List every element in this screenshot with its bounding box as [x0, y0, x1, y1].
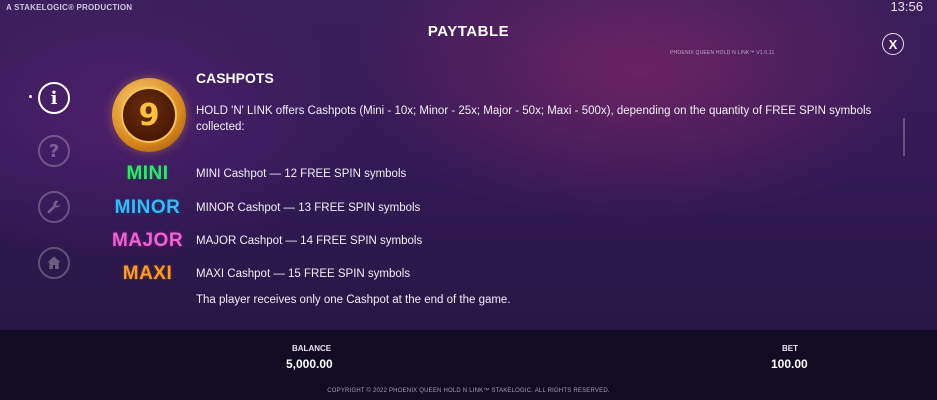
close-button[interactable]: X	[882, 33, 904, 55]
settings-button[interactable]	[38, 191, 70, 223]
cashpot-row-minor: MINOR MINOR Cashpot — 13 FREE SPIN symbo…	[100, 197, 800, 221]
maxi-cashpot-text: MAXI Cashpot — 15 FREE SPIN symbols	[196, 268, 411, 280]
maxi-logo: MAXI	[122, 263, 173, 284]
balance-label: BALANCE	[292, 344, 332, 353]
coin-number: 9	[138, 97, 160, 133]
minor-logo: MINOR	[114, 197, 181, 218]
clock: 13:56	[890, 0, 923, 14]
cashpot-row-major: MAJOR MAJOR Cashpot — 14 FREE SPIN symbo…	[100, 230, 800, 254]
free-spin-coin-icon: 9	[112, 78, 186, 152]
cashpot-note: Tha player receives only one Cashpot at …	[196, 294, 511, 306]
production-credit: A STAKELOGIC® PRODUCTION	[6, 3, 133, 12]
mini-cashpot-text: MINI Cashpot — 12 FREE SPIN symbols	[196, 168, 407, 180]
info-button[interactable]: i	[38, 82, 70, 114]
bet-value: 100.00	[771, 357, 808, 371]
mini-logo: MINI	[126, 163, 169, 184]
info-icon: i	[50, 87, 58, 109]
wrench-icon	[47, 200, 61, 214]
bottom-bar: BALANCE 5,000.00 BET 100.00 COPYRIGHT © …	[0, 330, 937, 400]
section-title: CASHPOTS	[196, 70, 274, 86]
bet-label: BET	[782, 344, 798, 353]
version-label: PHOENIX QUEEN HOLD N LINK™ V1.0.11	[670, 50, 775, 56]
page-title: PAYTABLE	[427, 23, 510, 40]
help-icon: ?	[48, 140, 60, 162]
home-button[interactable]	[38, 247, 70, 279]
scrollbar[interactable]	[903, 118, 905, 156]
copyright-notice: COPYRIGHT © 2022 PHOENIX QUEEN HOLD N LI…	[327, 388, 610, 394]
help-button[interactable]: ?	[38, 135, 70, 167]
active-indicator-dot	[29, 95, 32, 98]
major-logo: MAJOR	[111, 230, 184, 251]
home-icon	[47, 256, 61, 269]
balance-value: 5,000.00	[286, 357, 333, 371]
top-bar: A STAKELOGIC® PRODUCTION 13:56	[0, 0, 937, 16]
major-cashpot-text: MAJOR Cashpot — 14 FREE SPIN symbols	[196, 235, 423, 247]
cashpot-row-mini: MINI MINI Cashpot — 12 FREE SPIN symbols	[100, 163, 800, 187]
cashpots-intro: HOLD 'N' LINK offers Cashpots (Mini - 10…	[196, 105, 872, 133]
close-icon: X	[888, 36, 898, 52]
minor-cashpot-text: MINOR Cashpot — 13 FREE SPIN symbols	[196, 202, 421, 214]
cashpot-row-maxi: MAXI MAXI Cashpot — 15 FREE SPIN symbols	[100, 263, 800, 287]
